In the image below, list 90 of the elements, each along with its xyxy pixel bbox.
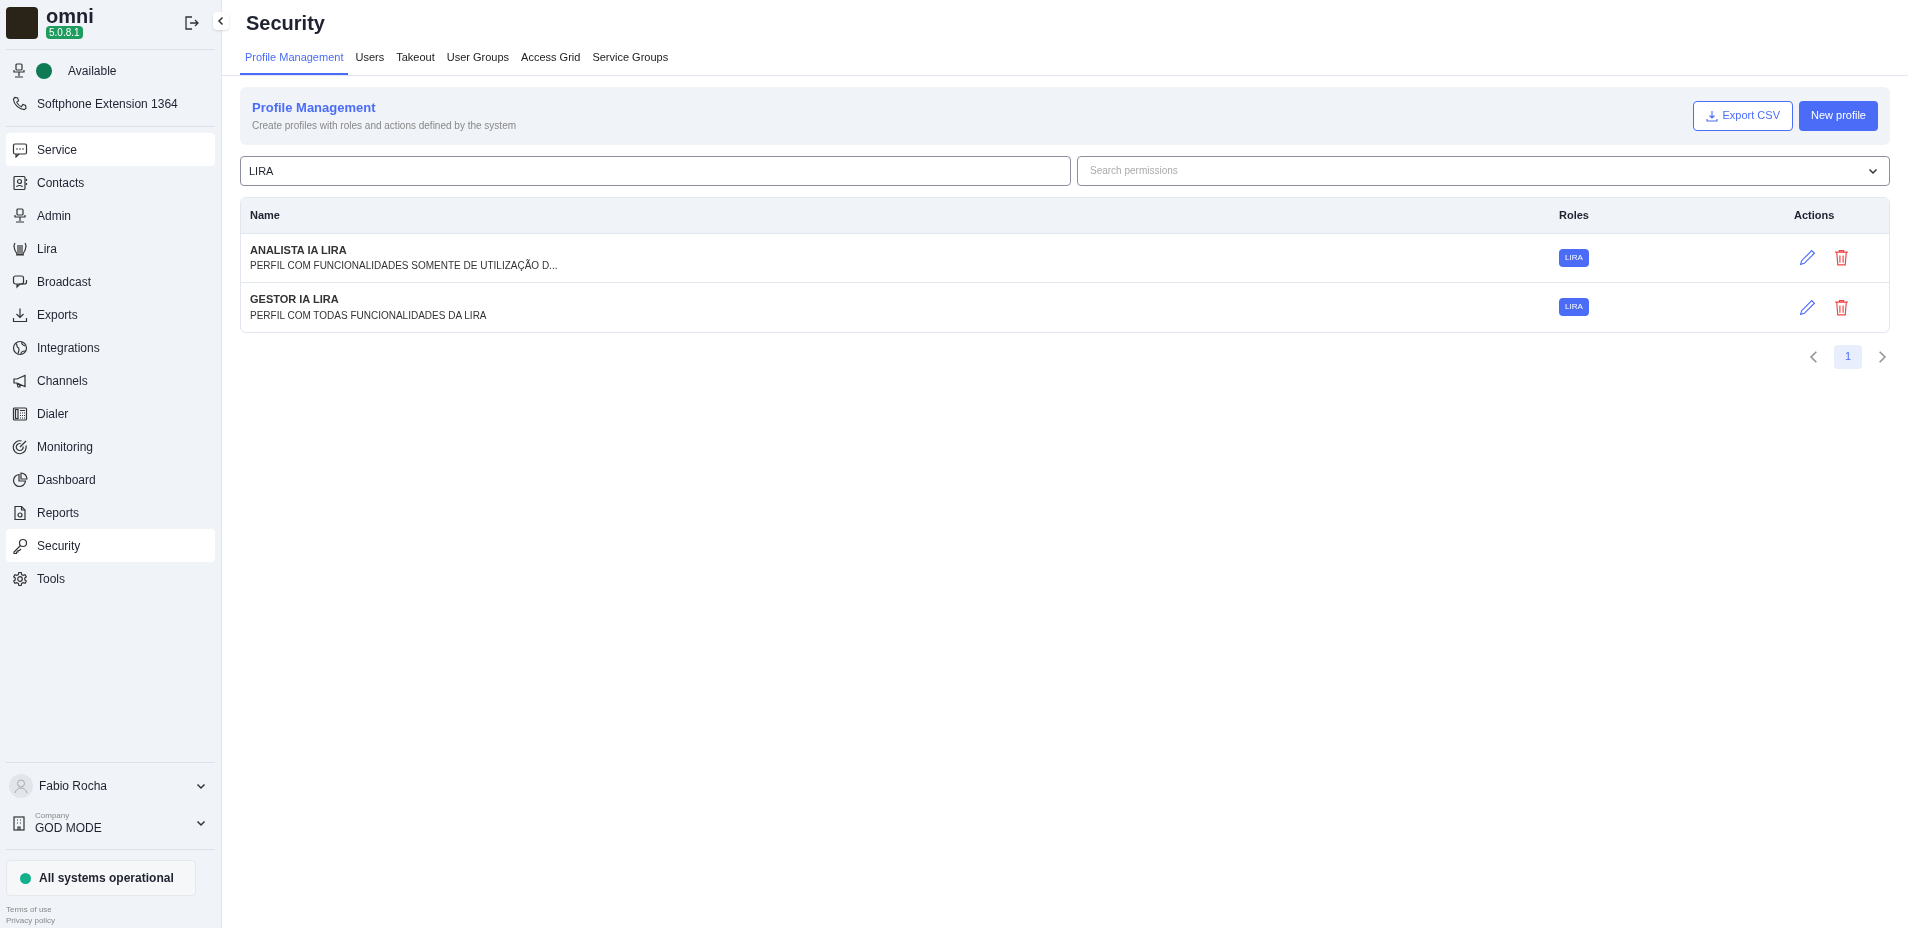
- nav-label[interactable]: Reports: [37, 503, 80, 522]
- gear-icon: [12, 570, 28, 587]
- profile-name: ANALISTA IA LIRA: [250, 242, 348, 258]
- company-caption: Company: [35, 811, 71, 821]
- status-label[interactable]: Available: [68, 61, 117, 80]
- trash-icon[interactable]: [1834, 249, 1849, 266]
- profile-description: PERFIL COM TODAS FUNCIONALIDADES DA LIRA: [250, 308, 488, 323]
- tab[interactable]: Takeout: [391, 47, 440, 75]
- collapse-sidebar-button[interactable]: [213, 12, 229, 30]
- avatar-icon: [9, 774, 33, 798]
- key-icon: [12, 537, 28, 554]
- softphone-label: Softphone Extension 1364: [37, 95, 178, 113]
- column-header: Roles: [1559, 207, 1589, 223]
- nav-item[interactable]: Exports: [6, 298, 215, 331]
- panel-subtitle: Create profiles with roles and actions defined by the system: [252, 118, 518, 133]
- nav-item[interactable]: Lira: [6, 232, 215, 265]
- building-icon: [13, 815, 25, 831]
- nav-label[interactable]: Broadcast: [37, 272, 92, 291]
- globe-icon: [12, 339, 28, 356]
- page-button[interactable]: 1: [1834, 344, 1862, 369]
- user-name[interactable]: Fabio Rocha: [39, 777, 190, 795]
- nav-item[interactable]: Integrations: [6, 331, 215, 364]
- chevron-down-icon[interactable]: [196, 781, 206, 791]
- version-badge: 5.0.8.1: [46, 26, 83, 39]
- target-icon: [12, 438, 28, 455]
- nav-label[interactable]: Integrations: [37, 338, 100, 357]
- nav-label[interactable]: Dialer: [37, 404, 69, 423]
- system-status-label: All systems operational: [39, 870, 174, 887]
- contact-card-icon: [12, 174, 28, 191]
- nav-item[interactable]: Dialer: [6, 397, 215, 430]
- nav-item[interactable]: Monitoring: [6, 430, 215, 463]
- column-header: Actions: [1794, 207, 1835, 223]
- pencil-icon[interactable]: [1799, 249, 1816, 266]
- nav-item[interactable]: Tools: [6, 562, 215, 595]
- panel-title: Profile Management: [252, 99, 377, 118]
- tab[interactable]: Profile Management: [240, 47, 349, 75]
- chair-icon: [12, 62, 26, 79]
- trash-icon[interactable]: [1834, 298, 1849, 316]
- nav-item[interactable]: Admin: [6, 199, 215, 232]
- tab[interactable]: Access Grid: [516, 47, 586, 75]
- chevron-left-icon: [216, 16, 226, 26]
- export-csv-button[interactable]: Export CSV: [1692, 100, 1793, 131]
- chevron-right-icon[interactable]: [1876, 349, 1888, 364]
- company-name[interactable]: GOD MODE: [35, 821, 186, 835]
- download-icon: [12, 306, 28, 323]
- nav-item[interactable]: Channels: [6, 364, 215, 397]
- nav-label[interactable]: Lira: [37, 239, 57, 258]
- nav-label[interactable]: Monitoring: [37, 437, 94, 456]
- nav-item[interactable]: Dashboard: [6, 463, 215, 496]
- chat-bubble-icon: [12, 141, 28, 158]
- lyre-icon: [12, 240, 28, 257]
- megaphone-icon: [12, 372, 28, 389]
- chevron-down-icon[interactable]: [196, 818, 206, 828]
- logout-icon[interactable]: [183, 14, 199, 31]
- nav-item[interactable]: Broadcast: [6, 265, 215, 298]
- nav-label[interactable]: Exports: [37, 305, 78, 324]
- permissions-field[interactable]: Search permissions: [1077, 155, 1890, 186]
- phone-icon: [12, 96, 27, 111]
- search-field[interactable]: LIRA: [240, 155, 1071, 186]
- tab[interactable]: User Groups: [441, 47, 515, 75]
- chat-bubbles-icon: [12, 273, 28, 290]
- nav-item[interactable]: Contacts: [6, 166, 215, 199]
- nav-label[interactable]: Admin: [37, 206, 71, 225]
- page-title: Security: [245, 11, 326, 36]
- role-tag: LIRA: [1559, 248, 1589, 267]
- download-icon: [1705, 109, 1718, 122]
- chevron-left-icon[interactable]: [1808, 349, 1820, 364]
- chair-icon: [12, 207, 28, 224]
- tab[interactable]: Users: [350, 47, 390, 75]
- nav-label[interactable]: Tools: [37, 569, 65, 588]
- nav-item[interactable]: Security: [6, 529, 215, 562]
- nav-label[interactable]: Security: [37, 536, 81, 555]
- desk-phone-icon: [12, 405, 28, 422]
- profile-name: GESTOR IA LIRA: [250, 292, 340, 308]
- nav-label[interactable]: Dashboard: [37, 470, 96, 489]
- pencil-icon[interactable]: [1799, 298, 1816, 316]
- app-name: omni: [46, 6, 95, 26]
- profile-description: PERFIL COM FUNCIONALIDADES SOMENTE DE UTILIZAÇÃO D...: [250, 258, 559, 274]
- logo-image: [6, 6, 38, 39]
- nav-item[interactable]: Reports: [6, 496, 215, 529]
- column-header: Name: [249, 207, 281, 223]
- nav-label[interactable]: Service: [37, 140, 77, 159]
- nav-label[interactable]: Contacts: [37, 173, 85, 192]
- nav-item[interactable]: Service: [6, 133, 215, 166]
- role-tag: LIRA: [1559, 298, 1589, 316]
- new-profile-button[interactable]: New profile: [1798, 100, 1878, 131]
- document-icon: [12, 504, 28, 521]
- tab[interactable]: Service Groups: [587, 47, 674, 75]
- pie-chart-icon: [12, 471, 28, 488]
- nav-label[interactable]: Channels: [37, 371, 88, 390]
